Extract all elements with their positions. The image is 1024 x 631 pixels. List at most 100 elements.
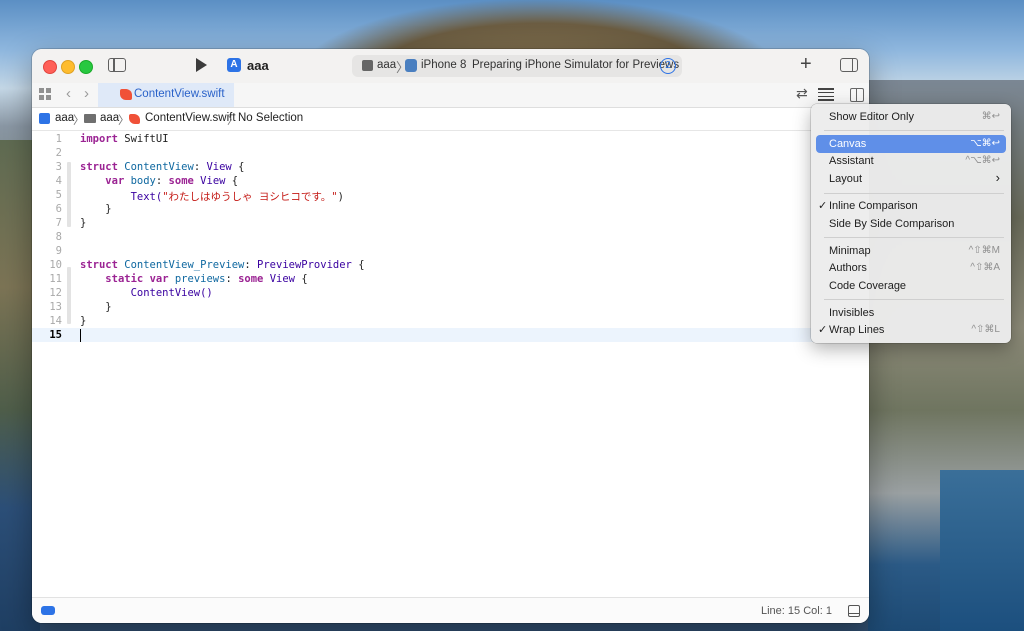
code-line[interactable]: 9 [32,244,869,258]
jumpbar-folder[interactable]: aaa [100,112,119,124]
text-cursor [80,329,81,342]
add-editor-split-icon[interactable] [850,88,864,102]
menu-separator [824,237,1004,238]
related-items-grid-icon[interactable] [39,88,51,100]
line-number: 4 [55,175,62,187]
forward-button[interactable]: › [84,85,89,102]
cursor-position: Line: 15 Col: 1 [761,605,832,617]
menu-item-wrap-lines[interactable]: ✓ Wrap Lines ^⇧⌘L [816,321,1006,339]
tab-bar: ‹ › ContentView.swift ⇄ [32,83,869,108]
shortcut: ⌘↩ [981,111,1000,122]
menu-separator [824,299,1004,300]
library-add-button[interactable]: + [800,53,812,76]
chevron-right-icon: 〉 [227,115,239,127]
jumpbar-file[interactable]: ContentView.swift [145,112,236,124]
app-scheme-icon[interactable]: A [227,58,241,72]
line-number: 9 [55,245,62,257]
inspector-toggle-icon[interactable] [840,58,858,72]
tab-label: ContentView.swift [134,88,225,100]
editor-options-icon[interactable] [818,88,834,101]
menu-item-minimap[interactable]: Minimap ^⇧⌘M [816,242,1006,260]
chevron-right-icon: 〉 [73,115,85,127]
menu-item-inline-comparison[interactable]: ✓ Inline Comparison [816,197,1006,215]
menu-item-canvas[interactable]: Canvas ⌥⌘↩ [816,135,1006,153]
editor-options-menu: Show Editor Only ⌘↩ Canvas ⌥⌘↩ Assistant… [811,104,1011,343]
line-number: 3 [55,161,62,173]
shortcut: ^⇧⌘L [971,324,1000,335]
shortcut: ⌥⌘↩ [970,138,1000,149]
jumpbar-project[interactable]: aaa [55,112,74,124]
line-number: 11 [49,273,62,285]
swift-file-icon [120,89,132,100]
code-line[interactable]: 7 } [32,216,869,230]
line-number: 7 [55,217,62,229]
jumpbar-selection[interactable]: No Selection [238,112,303,124]
show-debug-panel-icon[interactable] [848,605,860,617]
status-bar: Line: 15 Col: 1 [32,597,869,623]
wallpaper-sea [940,470,1024,631]
shortcut: ^⌥⌘↩ [965,155,1000,166]
toolbar: A aaa aaa 〉 iPhone 8 Preparing iPhone Si… [32,49,869,84]
code-line[interactable]: 2 [32,146,869,160]
menu-separator [824,130,1004,131]
code-line[interactable]: 10 struct ContentView_Preview: PreviewPr… [32,258,869,272]
zoom-window-button[interactable] [79,60,93,74]
checkmark-icon: ✓ [818,324,828,336]
code-line[interactable]: 13 } [32,300,869,314]
code-line[interactable]: 5 Text("わたしはゆうしゃ ヨシヒコです。") [32,188,869,203]
menu-item-layout[interactable]: Layout › [816,170,1006,188]
menu-item-authors[interactable]: Authors ^⇧⌘A [816,259,1006,277]
debug-area-toggle-icon[interactable] [41,606,55,615]
scheme-name[interactable]: aaa [247,58,269,73]
menu-item-side-by-side-comparison[interactable]: Side By Side Comparison [816,215,1006,233]
code-line[interactable]: 4 var body: some View { [32,174,869,188]
navigator-toggle-icon[interactable] [108,58,126,72]
code-line[interactable]: 3 struct ContentView: View { [32,160,869,174]
code-line[interactable]: 8 [32,230,869,244]
activity-count-badge[interactable]: 2 [660,58,676,74]
activity-view[interactable]: aaa 〉 iPhone 8 Preparing iPhone Simulato… [352,55,682,77]
chevron-right-icon: › [995,170,1000,185]
line-number: 15 [49,329,62,341]
chevron-right-icon: 〉 [118,115,130,127]
line-number: 5 [55,189,62,201]
line-number: 12 [49,287,62,299]
code-line[interactable]: 12 ContentView() [32,286,869,300]
code-line[interactable]: 1 import SwiftUI [32,132,869,146]
activity-device[interactable]: iPhone 8 [421,59,466,71]
shortcut: ^⇧⌘A [970,262,1000,273]
line-number: 10 [49,259,62,271]
line-number: 13 [49,301,62,313]
menu-item-code-coverage[interactable]: Code Coverage [816,277,1006,295]
run-button[interactable] [196,58,207,72]
code-line[interactable]: 11 static var previews: some View { [32,272,869,286]
project-icon [39,113,50,124]
menu-item-show-editor-only[interactable]: Show Editor Only ⌘↩ [816,108,1006,126]
line-number: 14 [49,315,62,327]
swift-file-icon [129,114,140,124]
minimize-window-button[interactable] [61,60,75,74]
iphone-device-icon [405,59,417,72]
tab-contentview-swift[interactable]: ContentView.swift [98,83,234,107]
line-number: 8 [55,231,62,243]
line-number: 1 [55,133,62,145]
code-line-current[interactable]: 15 [32,328,869,342]
menu-separator [824,193,1004,194]
line-number: 6 [55,203,62,215]
close-window-button[interactable] [43,60,57,74]
menu-item-invisibles[interactable]: Invisibles [816,304,1006,322]
code-line[interactable]: 6 } [32,202,869,216]
activity-status: Preparing iPhone Simulator for Previews [472,59,680,71]
activity-target[interactable]: aaa [377,59,396,71]
back-button[interactable]: ‹ [66,85,71,102]
refresh-canvas-icon[interactable]: ⇄ [796,85,808,102]
target-icon [362,60,373,71]
menu-item-assistant[interactable]: Assistant ^⌥⌘↩ [816,152,1006,170]
jump-bar: aaa 〉 aaa 〉 ContentView.swift 〉 No Selec… [32,108,869,131]
shortcut: ^⇧⌘M [968,245,1000,256]
code-line[interactable]: 14 } [32,314,869,328]
source-editor[interactable]: 1 import SwiftUI 2 3 struct ContentView:… [32,131,869,597]
folder-icon [84,114,96,123]
checkmark-icon: ✓ [818,200,828,212]
line-number: 2 [55,147,62,159]
